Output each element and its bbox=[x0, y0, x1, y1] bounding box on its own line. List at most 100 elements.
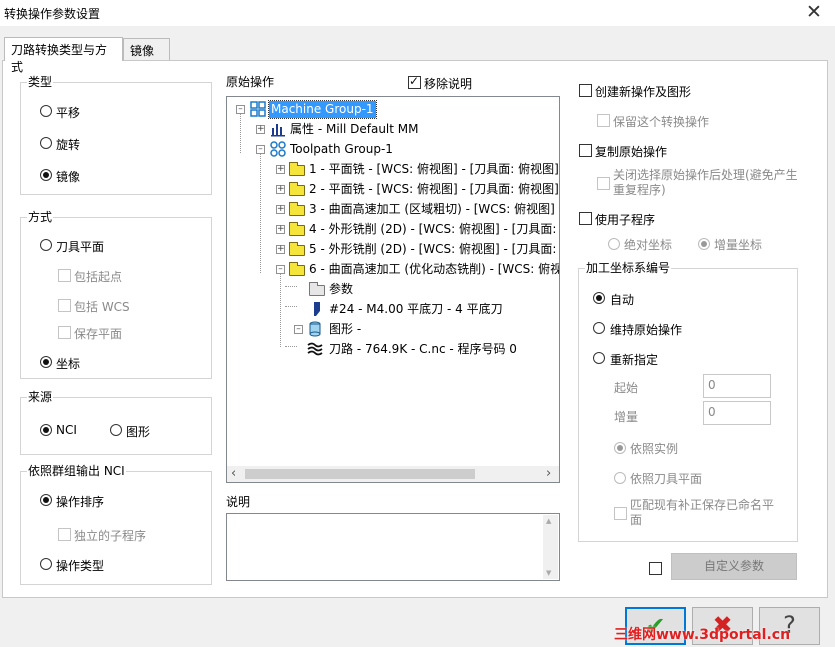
by-instance-radio[interactable] bbox=[614, 442, 626, 454]
scroll-left-icon[interactable]: ‹ bbox=[231, 466, 236, 482]
incremental-radio[interactable] bbox=[698, 238, 710, 250]
remove-desc-checkbox[interactable] bbox=[408, 74, 421, 89]
type-rotate-radio[interactable] bbox=[40, 137, 52, 149]
start-input[interactable]: 0 bbox=[703, 374, 771, 398]
title-bar bbox=[0, 0, 835, 26]
expand-op-4-icon[interactable]: + bbox=[276, 225, 285, 234]
collapse-op-6-icon[interactable]: – bbox=[276, 265, 285, 274]
wcs-keep-label: 维持原始操作 bbox=[610, 323, 683, 337]
method-tool-plane-radio[interactable] bbox=[40, 239, 52, 251]
folder-edited-icon bbox=[289, 262, 305, 276]
type-group-title: 类型 bbox=[27, 75, 54, 89]
folder-icon bbox=[289, 222, 305, 236]
expand-op-3-icon[interactable]: + bbox=[276, 205, 285, 214]
output-op-type-radio[interactable] bbox=[40, 558, 52, 570]
tab-mirror[interactable]: 镜像 bbox=[123, 38, 170, 61]
expand-op-5-icon[interactable]: + bbox=[276, 245, 285, 254]
tree-item-op-1[interactable]: 1 - 平面铣 - [WCS: 俯视图] - [刀具面: 俯视图] bbox=[309, 161, 559, 178]
tab-toolpath-transform[interactable]: 刀路转换类型与方式 bbox=[4, 37, 123, 74]
keep-this-checkbox[interactable] bbox=[597, 114, 610, 127]
type-translate-label: 平移 bbox=[56, 106, 81, 120]
method-group-title: 方式 bbox=[27, 210, 54, 224]
wcs-reassign-radio[interactable] bbox=[593, 352, 605, 364]
copy-original-label: 复制原始操作 bbox=[595, 145, 668, 159]
toolpath-wave-icon bbox=[307, 342, 323, 356]
match-existing-checkbox[interactable] bbox=[614, 507, 627, 520]
source-group-title: 来源 bbox=[27, 390, 54, 404]
scroll-down-icon[interactable]: ▼ bbox=[546, 569, 551, 577]
expand-op-1-icon[interactable]: + bbox=[276, 165, 285, 174]
source-nci-radio[interactable] bbox=[40, 424, 52, 436]
expand-properties-icon[interactable]: + bbox=[256, 125, 265, 134]
wcs-auto-label: 自动 bbox=[610, 293, 635, 307]
tree-item-toolpath-group[interactable]: Toolpath Group-1 bbox=[290, 141, 393, 158]
keep-plane-checkbox[interactable] bbox=[58, 326, 71, 339]
tab-strip: 刀路转换类型与方式 镜像 bbox=[0, 37, 835, 74]
increment-input[interactable]: 0 bbox=[703, 401, 771, 425]
source-geometry-radio[interactable] bbox=[110, 424, 122, 436]
tree-item-toolpath[interactable]: 刀路 - 764.9K - C.nc - 程序号码 0 bbox=[329, 341, 517, 358]
window-title: 转换操作参数设置 bbox=[4, 7, 101, 21]
tree-item-op-2[interactable]: 2 - 平面铣 - [WCS: 俯视图] - [刀具面: 俯视图] bbox=[309, 181, 559, 198]
include-start-checkbox[interactable] bbox=[58, 269, 71, 282]
match-existing-label: 匹配现有补正保存已命名平面 bbox=[630, 498, 775, 527]
standalone-sub-checkbox[interactable] bbox=[58, 528, 71, 541]
custom-params-button[interactable]: 自定义参数 bbox=[671, 553, 797, 580]
increment-label: 增量 bbox=[614, 410, 639, 424]
tree-item-op-6[interactable]: 6 - 曲面高速加工 (优化动态铣削) - [WCS: 俯视图] bbox=[309, 261, 559, 278]
wcs-auto-radio[interactable] bbox=[593, 292, 605, 304]
properties-icon bbox=[271, 124, 285, 137]
collapse-toolpath-group-icon[interactable]: – bbox=[256, 145, 265, 154]
include-start-label: 包括起点 bbox=[74, 270, 123, 284]
watermark: 三维网www.3dportal.cn bbox=[614, 627, 791, 643]
flat-endmill-icon bbox=[314, 302, 320, 316]
tree-item-op-4[interactable]: 4 - 外形铣削 (2D) - [WCS: 俯视图] - [刀具面: 俯 bbox=[309, 221, 559, 238]
absolute-radio[interactable] bbox=[608, 238, 620, 250]
folder-icon bbox=[289, 162, 305, 176]
expand-op-2-icon[interactable]: + bbox=[276, 185, 285, 194]
collapse-geometry-icon[interactable]: – bbox=[294, 325, 303, 334]
custom-params-checkbox[interactable] bbox=[649, 562, 662, 575]
tree-item-op-5[interactable]: 5 - 外形铣削 (2D) - [WCS: 俯视图] - [刀具面: 俯 bbox=[309, 241, 559, 258]
output-op-order-radio[interactable] bbox=[40, 494, 52, 506]
tree-item-tool[interactable]: #24 - M4.00 平底刀 - 4 平底刀 bbox=[329, 301, 503, 318]
close-post-checkbox[interactable] bbox=[597, 177, 610, 190]
scroll-thumb[interactable] bbox=[245, 469, 475, 479]
by-instance-label: 依照实例 bbox=[630, 442, 679, 456]
operations-tree[interactable]: – Machine Group-1 + 属性 - Mill Default MM… bbox=[226, 96, 560, 483]
tree-item-properties[interactable]: 属性 - Mill Default MM bbox=[290, 121, 419, 138]
machine-group-icon bbox=[250, 101, 266, 117]
close-post-label: 关闭选择原始操作后处理(避免产生重复程序) bbox=[613, 168, 798, 197]
include-wcs-checkbox[interactable] bbox=[58, 299, 71, 312]
description-textarea[interactable]: ▲ ▼ bbox=[226, 513, 560, 581]
tree-item-op-3[interactable]: 3 - 曲面高速加工 (区域粗切) - [WCS: 俯视图] - [刀 bbox=[309, 201, 559, 218]
source-geometry-label: 图形 bbox=[126, 425, 151, 439]
type-mirror-label: 镜像 bbox=[56, 170, 81, 184]
description-label: 说明 bbox=[226, 495, 251, 509]
type-translate-radio[interactable] bbox=[40, 105, 52, 117]
folder-icon bbox=[289, 242, 305, 256]
collapse-machine-group-icon[interactable]: – bbox=[236, 105, 245, 114]
include-wcs-label: 包括 WCS bbox=[74, 300, 130, 314]
wcs-reassign-label: 重新指定 bbox=[610, 353, 659, 367]
absolute-label: 绝对坐标 bbox=[624, 238, 673, 252]
close-icon[interactable]: ✕ bbox=[806, 1, 822, 23]
by-tool-plane-radio[interactable] bbox=[614, 472, 626, 484]
description-scrollbar[interactable]: ▲ ▼ bbox=[543, 515, 558, 579]
parameters-folder-icon bbox=[309, 282, 325, 296]
copy-original-checkbox[interactable] bbox=[579, 144, 592, 157]
method-coords-label: 坐标 bbox=[56, 357, 81, 371]
wcs-keep-radio[interactable] bbox=[593, 322, 605, 334]
method-coords-radio[interactable] bbox=[40, 356, 52, 368]
tree-item-machine-group[interactable]: Machine Group-1 bbox=[268, 100, 377, 119]
by-tool-plane-label: 依照刀具平面 bbox=[630, 472, 703, 486]
scroll-right-icon[interactable]: › bbox=[546, 466, 551, 482]
create-new-checkbox[interactable] bbox=[579, 84, 592, 97]
tree-horizontal-scrollbar[interactable]: ‹ › bbox=[227, 466, 559, 482]
tree-item-parameters[interactable]: 参数 bbox=[329, 281, 353, 298]
tree-item-geometry[interactable]: 图形 - bbox=[329, 321, 361, 338]
scroll-up-icon[interactable]: ▲ bbox=[546, 517, 551, 525]
folder-icon bbox=[289, 182, 305, 196]
use-subprogram-checkbox[interactable] bbox=[579, 212, 592, 225]
type-mirror-radio[interactable] bbox=[40, 169, 52, 181]
